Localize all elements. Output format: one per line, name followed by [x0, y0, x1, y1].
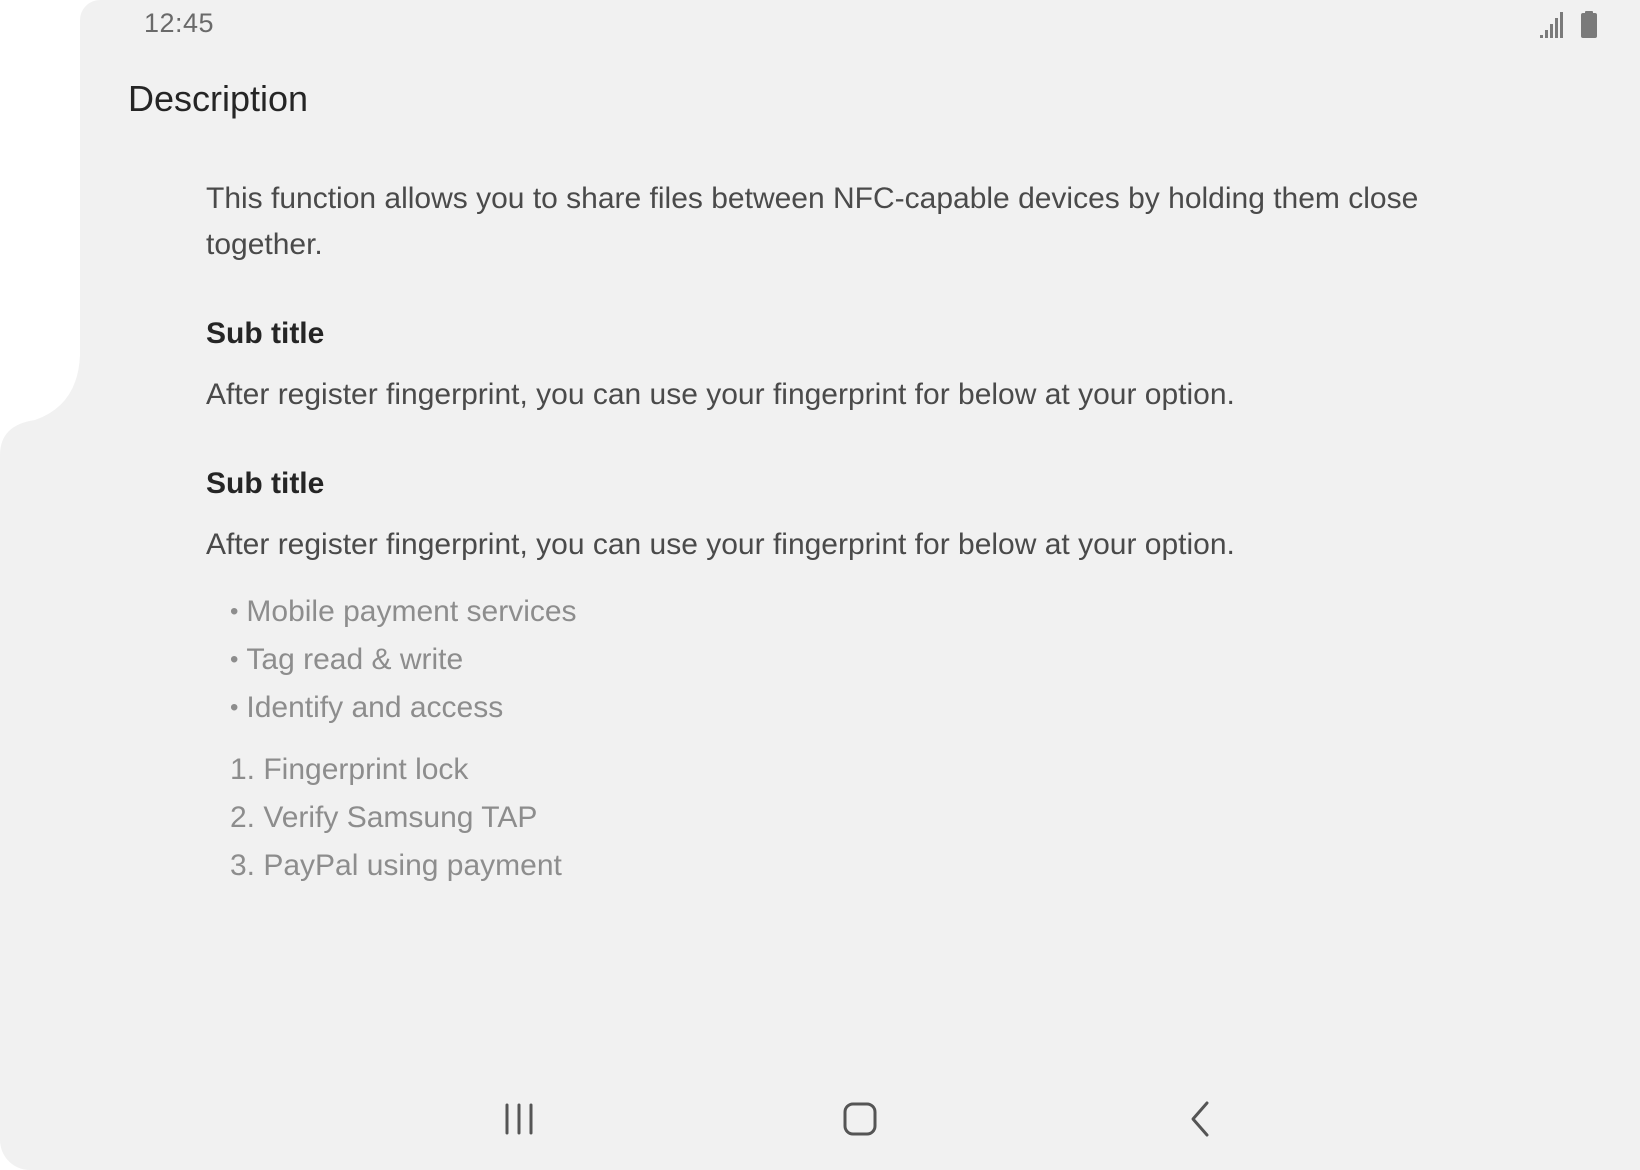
- back-icon: [1191, 1101, 1209, 1137]
- bullet-dot-icon: •: [230, 598, 239, 625]
- bullet-item: • Mobile payment services: [230, 588, 1516, 636]
- page-title: Description: [128, 78, 309, 119]
- intro-text: This function allows you to share files …: [206, 182, 1419, 261]
- battery-icon: [1581, 11, 1597, 38]
- numbered-item: 3. PayPal using payment: [230, 849, 562, 882]
- recents-button[interactable]: [479, 1080, 559, 1160]
- bullet-text: Identify and access: [246, 691, 504, 724]
- section-body: After register fingerprint, you can use …: [206, 378, 1235, 411]
- bullet-list: • Mobile payment services • Tag read & wri…: [206, 588, 1516, 732]
- bullet-text: Tag read & write: [246, 643, 464, 676]
- description-content: This function allows you to share files …: [206, 176, 1516, 890]
- status-icons: [1540, 11, 1597, 38]
- bullet-text: Mobile payment services: [246, 595, 577, 628]
- section-body: After register fingerprint, you can use …: [206, 528, 1235, 561]
- signal-icon: [1540, 12, 1563, 38]
- bullet-item: • Tag read & write: [230, 636, 1516, 684]
- bullet-dot-icon: •: [230, 694, 239, 721]
- bullet-dot-icon: •: [230, 646, 239, 673]
- numbered-list: 1. Fingerprint lock 2. Verify Samsung TA…: [206, 746, 1516, 890]
- navigation-bar: [0, 1080, 1640, 1170]
- numbered-item: 1. Fingerprint lock: [230, 753, 469, 786]
- back-button[interactable]: [1161, 1080, 1241, 1160]
- status-time: 12:45: [144, 8, 215, 38]
- section-subtitle: Sub title: [206, 317, 325, 350]
- recents-icon: [505, 1103, 533, 1135]
- numbered-item: 2. Verify Samsung TAP: [230, 801, 538, 834]
- section-subtitle: Sub title: [206, 467, 325, 500]
- home-icon: [843, 1102, 877, 1136]
- bullet-item: • Identify and access: [230, 684, 1516, 732]
- status-bar: 12:45: [80, 0, 1640, 48]
- home-button[interactable]: [820, 1080, 900, 1160]
